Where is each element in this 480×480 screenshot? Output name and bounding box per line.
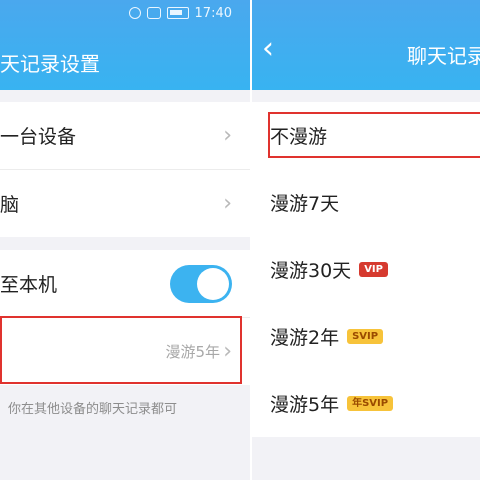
option-roam-7-days[interactable]: 漫游7天 bbox=[252, 169, 480, 236]
vip-badge: VIP bbox=[359, 262, 388, 277]
chevron-right-icon: › bbox=[223, 191, 232, 216]
option-roam-30-days[interactable]: 漫游30天 VIP bbox=[252, 236, 480, 303]
settings-item-label: 一台设备 bbox=[0, 126, 77, 148]
roaming-options-screen: ‹ 聊天记录 不漫游 漫游7天 漫游30天 VIP 漫游2年 SVIP 漫游5年… bbox=[252, 0, 480, 480]
option-label: 漫游7天 bbox=[270, 193, 340, 215]
vibrate-icon bbox=[146, 7, 161, 19]
option-roam-2-years[interactable]: 漫游2年 SVIP bbox=[252, 303, 480, 370]
settings-item-sync-local: 至本机 bbox=[0, 250, 250, 317]
roaming-hint: 你在其他设备的聊天记录都可 bbox=[8, 402, 178, 417]
chat-history-settings-screen: 17:40 天记录设置 一台设备 › 脑 › 至本机 漫游5年 › 你在其他设备… bbox=[0, 0, 250, 480]
option-roam-5-years[interactable]: 漫游5年 年SVIP bbox=[252, 370, 480, 437]
settings-item-label: 脑 bbox=[0, 194, 20, 216]
option-label: 漫游2年 bbox=[270, 327, 340, 349]
page-title: 天记录设置 bbox=[0, 52, 100, 76]
status-time: 17:40 bbox=[194, 5, 232, 21]
settings-item-device[interactable]: 一台设备 › bbox=[0, 102, 250, 169]
toggle-knob bbox=[197, 267, 229, 300]
settings-item-label: 至本机 bbox=[0, 274, 58, 296]
alarm-icon bbox=[128, 7, 141, 19]
battery-icon bbox=[166, 7, 189, 19]
settings-item-computer[interactable]: 脑 › bbox=[0, 170, 250, 237]
page-title: 聊天记录 bbox=[407, 44, 480, 68]
option-label: 漫游5年 bbox=[270, 394, 340, 416]
header-bar: ‹ 聊天记录 bbox=[252, 0, 480, 90]
header-bar: 17:40 天记录设置 bbox=[0, 0, 250, 90]
svip-badge: SVIP bbox=[347, 329, 384, 344]
highlight-box bbox=[268, 112, 480, 158]
sync-toggle[interactable] bbox=[170, 264, 232, 303]
status-bar: 17:40 bbox=[128, 5, 232, 21]
highlight-box bbox=[0, 316, 242, 384]
annual-svip-badge: 年SVIP bbox=[347, 396, 394, 411]
option-label: 漫游30天 bbox=[270, 260, 352, 282]
chevron-right-icon: › bbox=[223, 123, 232, 148]
back-arrow-icon[interactable]: ‹ bbox=[262, 34, 274, 64]
